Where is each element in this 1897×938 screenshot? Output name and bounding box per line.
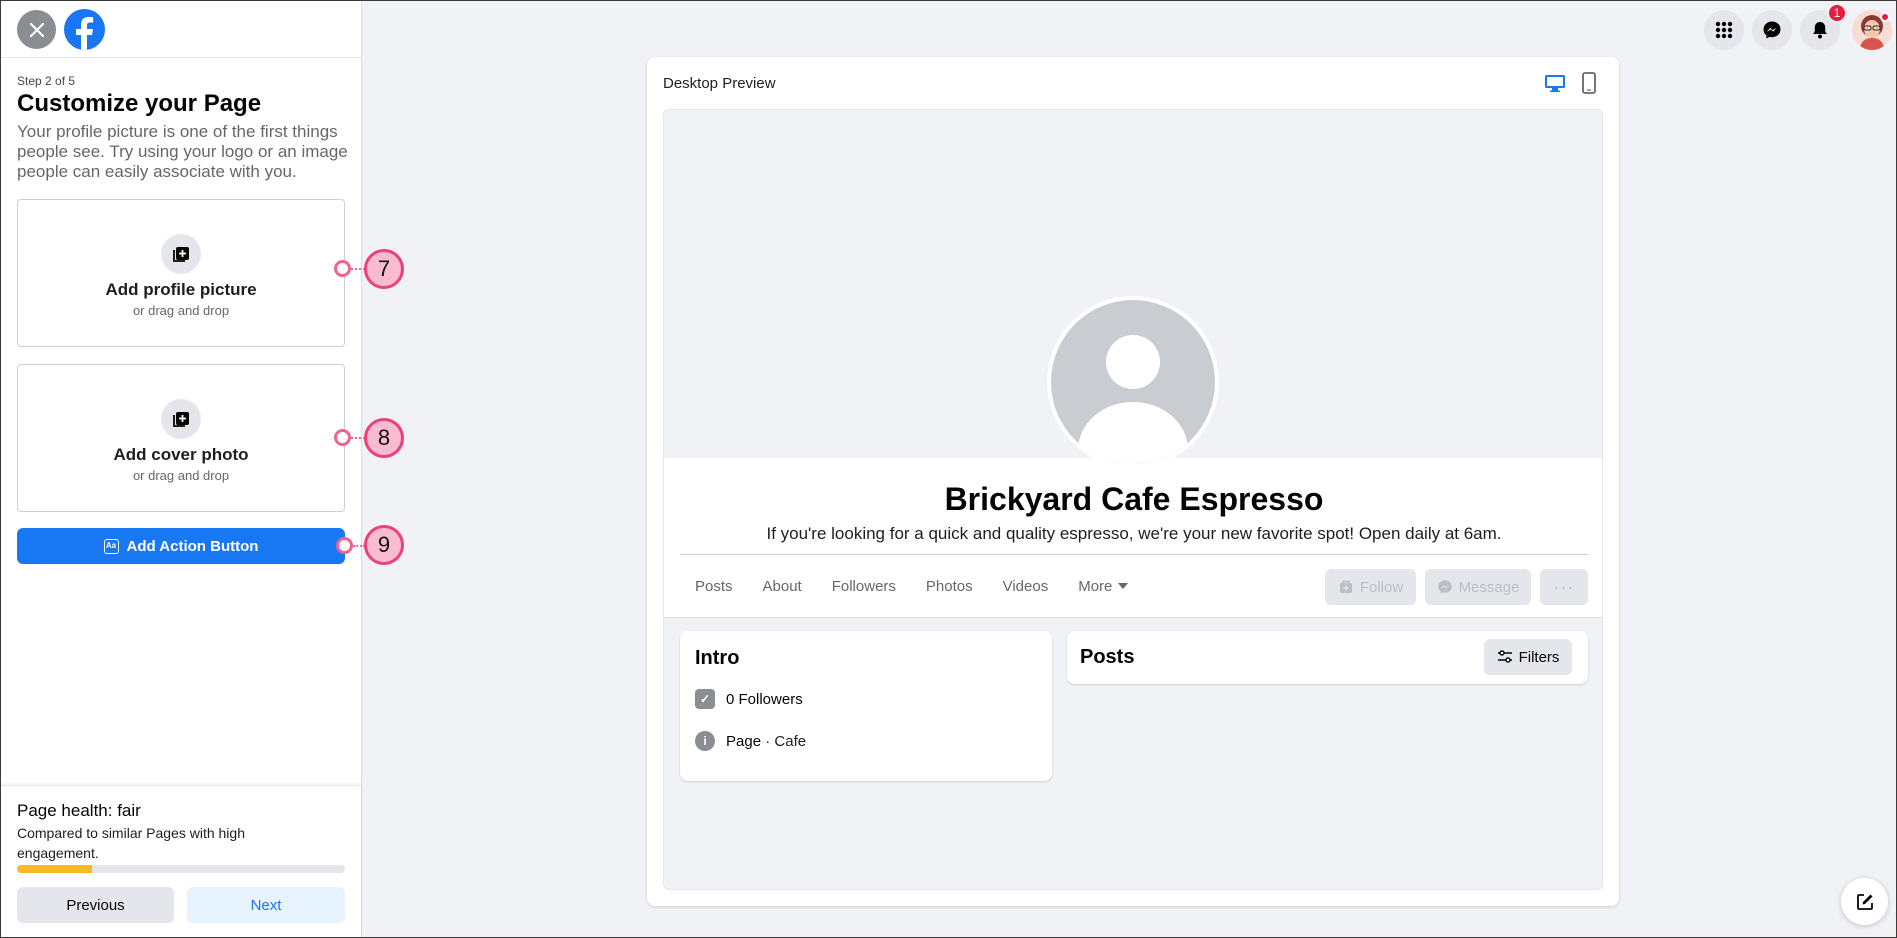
default-avatar-icon bbox=[1078, 335, 1188, 464]
facebook-f-icon bbox=[76, 17, 94, 50]
compose-icon bbox=[1856, 893, 1873, 910]
page-tabs: Posts About Followers Photos Videos More bbox=[680, 556, 1143, 616]
tab-photos[interactable]: Photos bbox=[911, 578, 988, 595]
page-type: Page bbox=[726, 732, 762, 750]
intro-title: Intro bbox=[695, 647, 740, 669]
callout-9: 9 bbox=[364, 525, 404, 565]
previous-button[interactable]: Previous bbox=[17, 887, 174, 923]
add-profile-picture-card[interactable]: Add profile picture or drag and drop bbox=[17, 199, 345, 347]
add-photo-icon bbox=[161, 399, 201, 439]
filters-button[interactable]: Filters bbox=[1484, 639, 1572, 675]
category-separator: · bbox=[761, 732, 775, 750]
callout-anchor bbox=[334, 260, 351, 277]
filters-icon bbox=[1497, 650, 1512, 663]
mobile-preview-toggle[interactable] bbox=[1582, 72, 1596, 99]
follow-icon bbox=[1339, 580, 1352, 593]
wizard-header bbox=[0, 0, 361, 58]
wizard-panel: Step 2 of 5 Customize your Page Your pro… bbox=[0, 0, 362, 938]
intro-card: Intro ✓ 0 Followers i Page · Cafe bbox=[680, 631, 1052, 781]
add-photo-icon bbox=[161, 234, 201, 274]
followers-row: ✓ 0 Followers bbox=[695, 689, 803, 709]
messenger-icon bbox=[1437, 580, 1452, 594]
callout-connector bbox=[351, 437, 365, 439]
message-label: Message bbox=[1458, 578, 1520, 596]
category-row: i Page · Cafe bbox=[695, 731, 806, 751]
wizard-title: Customize your Page bbox=[17, 90, 262, 117]
posts-title: Posts bbox=[1080, 646, 1135, 668]
menu-button[interactable] bbox=[1704, 10, 1744, 50]
followers-check-icon: ✓ bbox=[695, 689, 715, 709]
page-bio: If you're looking for a quick and qualit… bbox=[766, 524, 1502, 543]
tab-videos[interactable]: Videos bbox=[988, 578, 1064, 595]
status-dot bbox=[1880, 12, 1890, 22]
page-name: Brickyard Cafe Espresso bbox=[944, 481, 1324, 517]
next-button[interactable]: Next bbox=[187, 887, 345, 923]
add-cover-photo-label: Add cover photo bbox=[113, 445, 249, 464]
callout-anchor bbox=[336, 537, 353, 554]
facebook-logo[interactable] bbox=[64, 9, 105, 50]
menu-grid-icon bbox=[1715, 21, 1733, 39]
notifications-icon bbox=[1813, 22, 1827, 39]
more-options-button[interactable]: ··· bbox=[1540, 569, 1588, 605]
follow-button[interactable]: Follow bbox=[1325, 569, 1416, 605]
category-text: Page · Cafe bbox=[726, 733, 806, 750]
tab-more[interactable]: More bbox=[1063, 578, 1143, 595]
drag-drop-hint: or drag and drop bbox=[132, 468, 230, 483]
category-value: Cafe bbox=[774, 732, 807, 750]
messenger-icon bbox=[1763, 21, 1781, 39]
tab-more-label: More bbox=[1078, 577, 1113, 595]
page-preview: Desktop Preview Brickyard Cafe Espresso bbox=[647, 57, 1619, 906]
wizard-description: Your profile picture is one of the first… bbox=[17, 122, 348, 181]
add-profile-picture-label: Add profile picture bbox=[105, 280, 257, 299]
tab-posts[interactable]: Posts bbox=[680, 578, 748, 595]
caret-down-icon bbox=[1118, 583, 1129, 589]
callout-connector bbox=[351, 268, 365, 270]
callout-8: 8 bbox=[364, 418, 404, 458]
drag-drop-hint: or drag and drop bbox=[132, 303, 230, 318]
compose-button[interactable] bbox=[1841, 878, 1888, 925]
info-icon: i bbox=[695, 731, 715, 751]
header-divider bbox=[680, 554, 1588, 555]
filters-label: Filters bbox=[1518, 648, 1560, 666]
followers-count: 0 Followers bbox=[726, 690, 803, 708]
posts-card: Posts Filters bbox=[1067, 631, 1588, 684]
page-health-bar bbox=[17, 865, 345, 873]
profile-picture bbox=[1047, 296, 1219, 468]
page-health-bar-fill bbox=[17, 865, 93, 873]
close-icon bbox=[29, 22, 44, 37]
notification-badge: 1 bbox=[1827, 3, 1847, 23]
page-health-description: Compared to similar Pages with high enga… bbox=[17, 825, 245, 861]
follow-label: Follow bbox=[1359, 578, 1404, 596]
messenger-button[interactable] bbox=[1752, 10, 1792, 50]
tab-about[interactable]: About bbox=[748, 578, 817, 595]
page-health-title: Page health: fair bbox=[17, 801, 141, 820]
tab-followers[interactable]: Followers bbox=[817, 578, 911, 595]
page-health-footer: Page health: fair Compared to similar Pa… bbox=[0, 785, 361, 938]
add-action-button[interactable]: Aa Add Action Button bbox=[17, 528, 345, 564]
add-action-button-label: Add Action Button bbox=[126, 537, 259, 555]
desktop-preview-toggle[interactable] bbox=[1544, 73, 1566, 98]
callout-7: 7 bbox=[364, 249, 404, 289]
message-button[interactable]: Message bbox=[1425, 569, 1531, 605]
step-indicator: Step 2 of 5 bbox=[17, 74, 76, 88]
desktop-icon bbox=[1545, 75, 1565, 92]
preview-label: Desktop Preview bbox=[663, 75, 776, 92]
add-cover-photo-card[interactable]: Add cover photo or drag and drop bbox=[17, 364, 345, 512]
close-button[interactable] bbox=[17, 10, 56, 49]
preview-canvas: Brickyard Cafe Espresso If you're lookin… bbox=[663, 109, 1603, 890]
callout-anchor bbox=[334, 429, 351, 446]
action-button-icon: Aa bbox=[103, 538, 119, 554]
mobile-icon bbox=[1582, 72, 1596, 94]
